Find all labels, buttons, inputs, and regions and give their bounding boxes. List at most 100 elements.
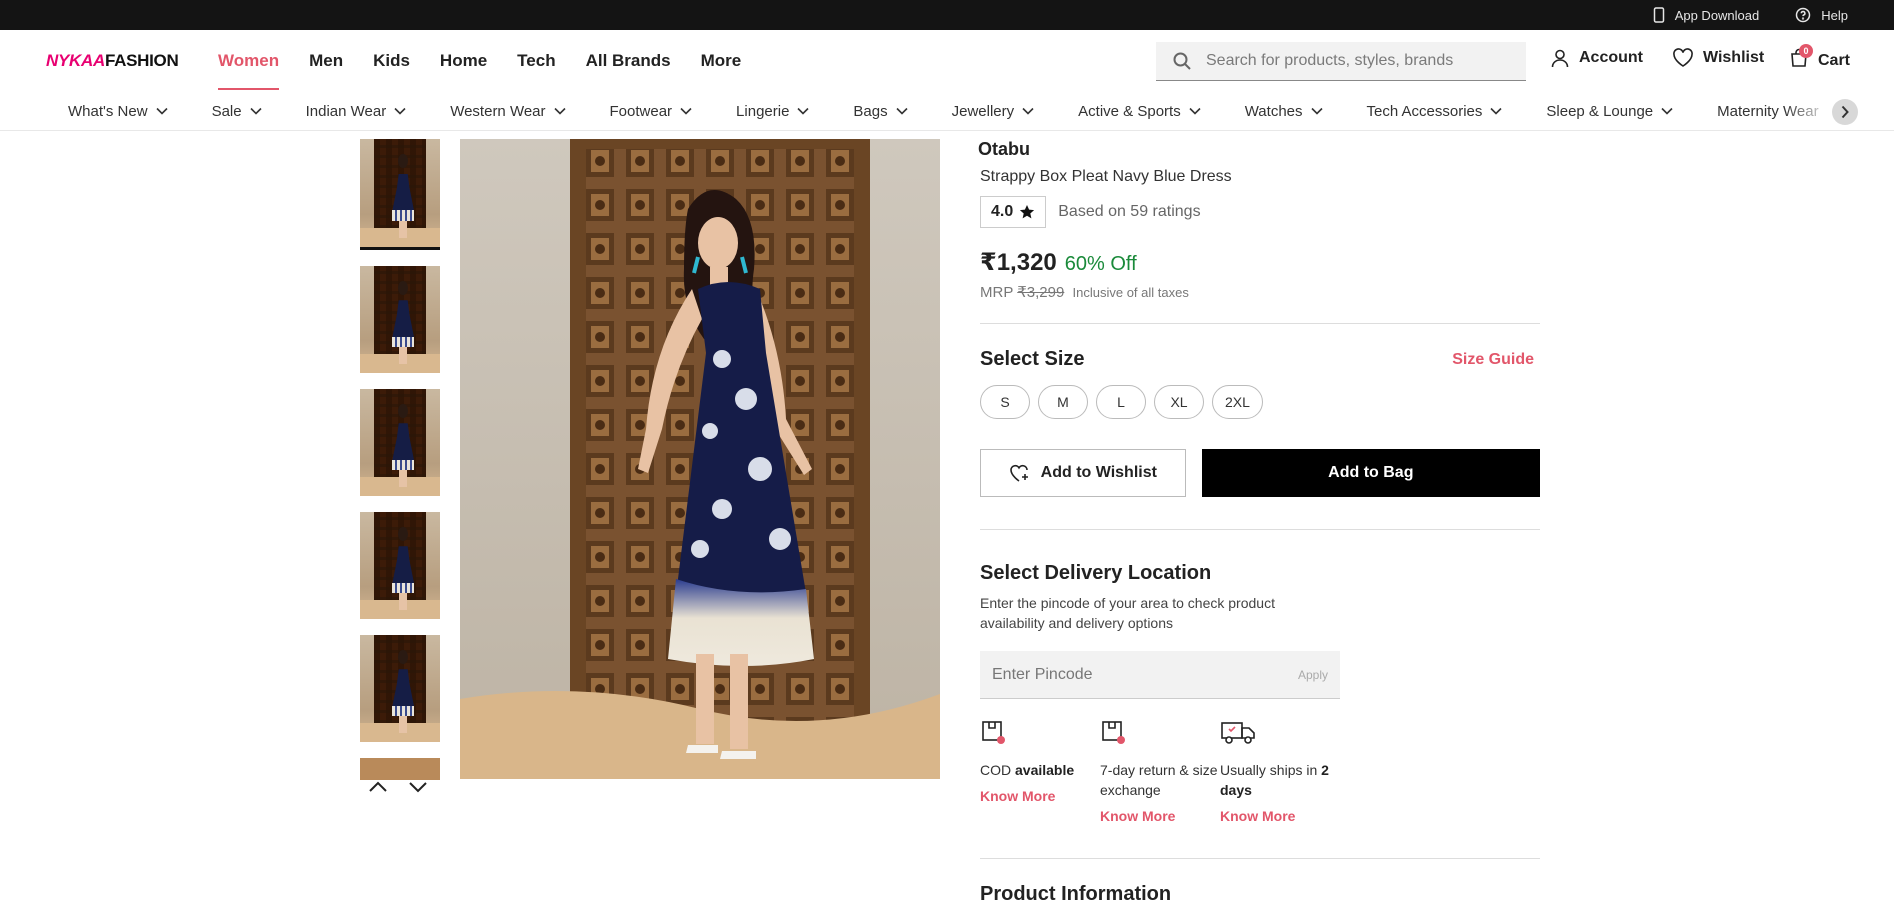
category-western-wear[interactable]: Western Wear xyxy=(450,103,566,120)
category-sleep-lounge[interactable]: Sleep & Lounge xyxy=(1546,103,1673,120)
wishlist-button[interactable]: Wishlist xyxy=(1672,48,1764,68)
mrp-value: ₹3,299 xyxy=(1017,284,1065,301)
search-bar[interactable] xyxy=(1156,42,1526,81)
rating-count: Based on 59 ratings xyxy=(1058,203,1201,220)
heart-plus-icon xyxy=(1009,464,1028,482)
wishlist-label: Wishlist xyxy=(1703,49,1765,66)
size-option-xl[interactable]: XL xyxy=(1154,385,1204,419)
add-to-wishlist-button[interactable]: Add to Wishlist xyxy=(980,449,1186,497)
category-watches[interactable]: Watches xyxy=(1245,103,1323,120)
size-guide-link[interactable]: Size Guide xyxy=(1452,351,1534,369)
phone-icon xyxy=(1653,7,1664,23)
right-leg xyxy=(730,654,748,749)
category-jewellery[interactable]: Jewellery xyxy=(952,103,1035,120)
discount-label: 60% Off xyxy=(1064,253,1137,275)
category-tech-accessories[interactable]: Tech Accessories xyxy=(1367,103,1503,120)
size-option-m[interactable]: M xyxy=(1038,385,1088,419)
main-product-image[interactable] xyxy=(460,139,940,779)
chevron-down-icon xyxy=(1310,107,1323,115)
thumbnail-4[interactable] xyxy=(360,512,440,619)
truck-icon xyxy=(1221,722,1255,744)
category-footwear[interactable]: Footwear xyxy=(610,103,693,120)
size-option-l[interactable]: L xyxy=(1096,385,1146,419)
nav-tech[interactable]: Tech xyxy=(517,30,555,92)
chevron-up-icon[interactable] xyxy=(368,781,388,793)
account-label: Account xyxy=(1579,49,1643,66)
divider xyxy=(980,858,1540,859)
cod-icon xyxy=(982,721,1005,744)
dress-hem xyxy=(668,579,814,666)
chevron-down-icon xyxy=(155,107,168,115)
chevron-down-icon xyxy=(1490,107,1502,115)
brand-name[interactable]: Otabu xyxy=(978,139,1540,160)
know-more-link[interactable]: Know More xyxy=(1100,808,1220,824)
category-active-sports[interactable]: Active & Sports xyxy=(1078,103,1201,120)
size-option-s[interactable]: S xyxy=(980,385,1030,419)
star-icon xyxy=(1020,205,1035,219)
account-button[interactable]: Account xyxy=(1550,48,1643,68)
nav-men[interactable]: Men xyxy=(309,30,343,92)
feature-shipping-text: Usually ships in 2 days xyxy=(1220,762,1329,798)
thumbnail-3[interactable] xyxy=(360,389,440,496)
left-leg xyxy=(696,654,714,744)
know-more-link[interactable]: Know More xyxy=(980,788,1100,804)
heart-icon xyxy=(1673,48,1693,67)
category-indian-wear[interactable]: Indian Wear xyxy=(306,103,407,120)
help-label: Help xyxy=(1821,7,1848,23)
thumbnail-1[interactable] xyxy=(360,139,440,250)
thumbnail-6[interactable] xyxy=(360,758,440,780)
cart-button[interactable]: 0 Cart xyxy=(1789,44,1851,73)
rating-badge[interactable]: 4.0 xyxy=(980,196,1047,228)
chevron-down-icon xyxy=(250,107,262,115)
main-header: NYKAA FASHION Women Men Kids Home Tech Al… xyxy=(0,30,1894,92)
thumbnail-image xyxy=(360,512,440,619)
know-more-link[interactable]: Know More xyxy=(1220,808,1340,824)
category-scroll-next-button[interactable] xyxy=(1832,99,1858,125)
user-icon xyxy=(1551,49,1569,68)
nav-all-brands[interactable]: All Brands xyxy=(586,30,671,92)
category-lingerie[interactable]: Lingerie xyxy=(736,103,809,120)
nav-more[interactable]: More xyxy=(701,30,742,92)
chevron-down-icon[interactable] xyxy=(408,781,428,793)
add-to-bag-button[interactable]: Add to Bag xyxy=(1201,449,1540,497)
return-icon xyxy=(1102,721,1125,744)
thumbnail-image xyxy=(360,389,440,496)
primary-nav: Women Men Kids Home Tech All Brands More xyxy=(218,30,771,92)
size-header: Select Size Size Guide xyxy=(980,348,1540,371)
divider xyxy=(980,323,1540,324)
thumbnail-image xyxy=(360,139,440,247)
apply-button[interactable]: Apply xyxy=(1298,668,1328,682)
thumbnail-image xyxy=(360,758,440,780)
nav-home[interactable]: Home xyxy=(440,30,487,92)
category-bags[interactable]: Bags xyxy=(853,103,908,120)
thumbnail-5[interactable] xyxy=(360,635,440,742)
chevron-down-icon xyxy=(1022,107,1034,115)
nykaa-fashion-logo[interactable]: NYKAA FASHION xyxy=(46,51,179,71)
nav-kids[interactable]: Kids xyxy=(373,30,410,92)
chevron-down-icon xyxy=(394,107,406,115)
chevron-down-icon xyxy=(797,107,809,115)
thumbnail-arrows xyxy=(368,781,428,793)
size-options: S M L XL 2XL xyxy=(980,385,1540,419)
divider xyxy=(980,529,1540,530)
chevron-down-icon xyxy=(553,107,566,115)
thumbnail-2[interactable] xyxy=(360,266,440,373)
app-download-link[interactable]: App Download xyxy=(1653,7,1760,23)
pincode-input[interactable] xyxy=(992,665,1242,684)
add-to-wishlist-label: Add to Wishlist xyxy=(1040,464,1157,481)
pincode-field[interactable]: Apply xyxy=(980,651,1340,699)
rating-row: 4.0 Based on 59 ratings xyxy=(980,196,1540,228)
size-option-2xl[interactable]: 2XL xyxy=(1212,385,1263,419)
nav-women[interactable]: Women xyxy=(218,30,280,92)
help-link[interactable]: Help xyxy=(1795,7,1848,23)
selling-price: ₹1,320 xyxy=(980,249,1057,276)
cart-label: Cart xyxy=(1818,51,1851,69)
app-download-label: App Download xyxy=(1674,7,1760,23)
product-info: Otabu Strappy Box Pleat Navy Blue Dress … xyxy=(978,139,1540,906)
category-sale[interactable]: Sale xyxy=(212,103,262,120)
cart-count-badge: 0 xyxy=(1799,44,1813,58)
select-size-title: Select Size xyxy=(980,348,1085,370)
search-input[interactable] xyxy=(1206,52,1506,70)
mrp-row: MRP ₹3,299 Inclusive of all taxes xyxy=(980,283,1540,301)
category-whats-new[interactable]: What's New xyxy=(68,103,168,120)
